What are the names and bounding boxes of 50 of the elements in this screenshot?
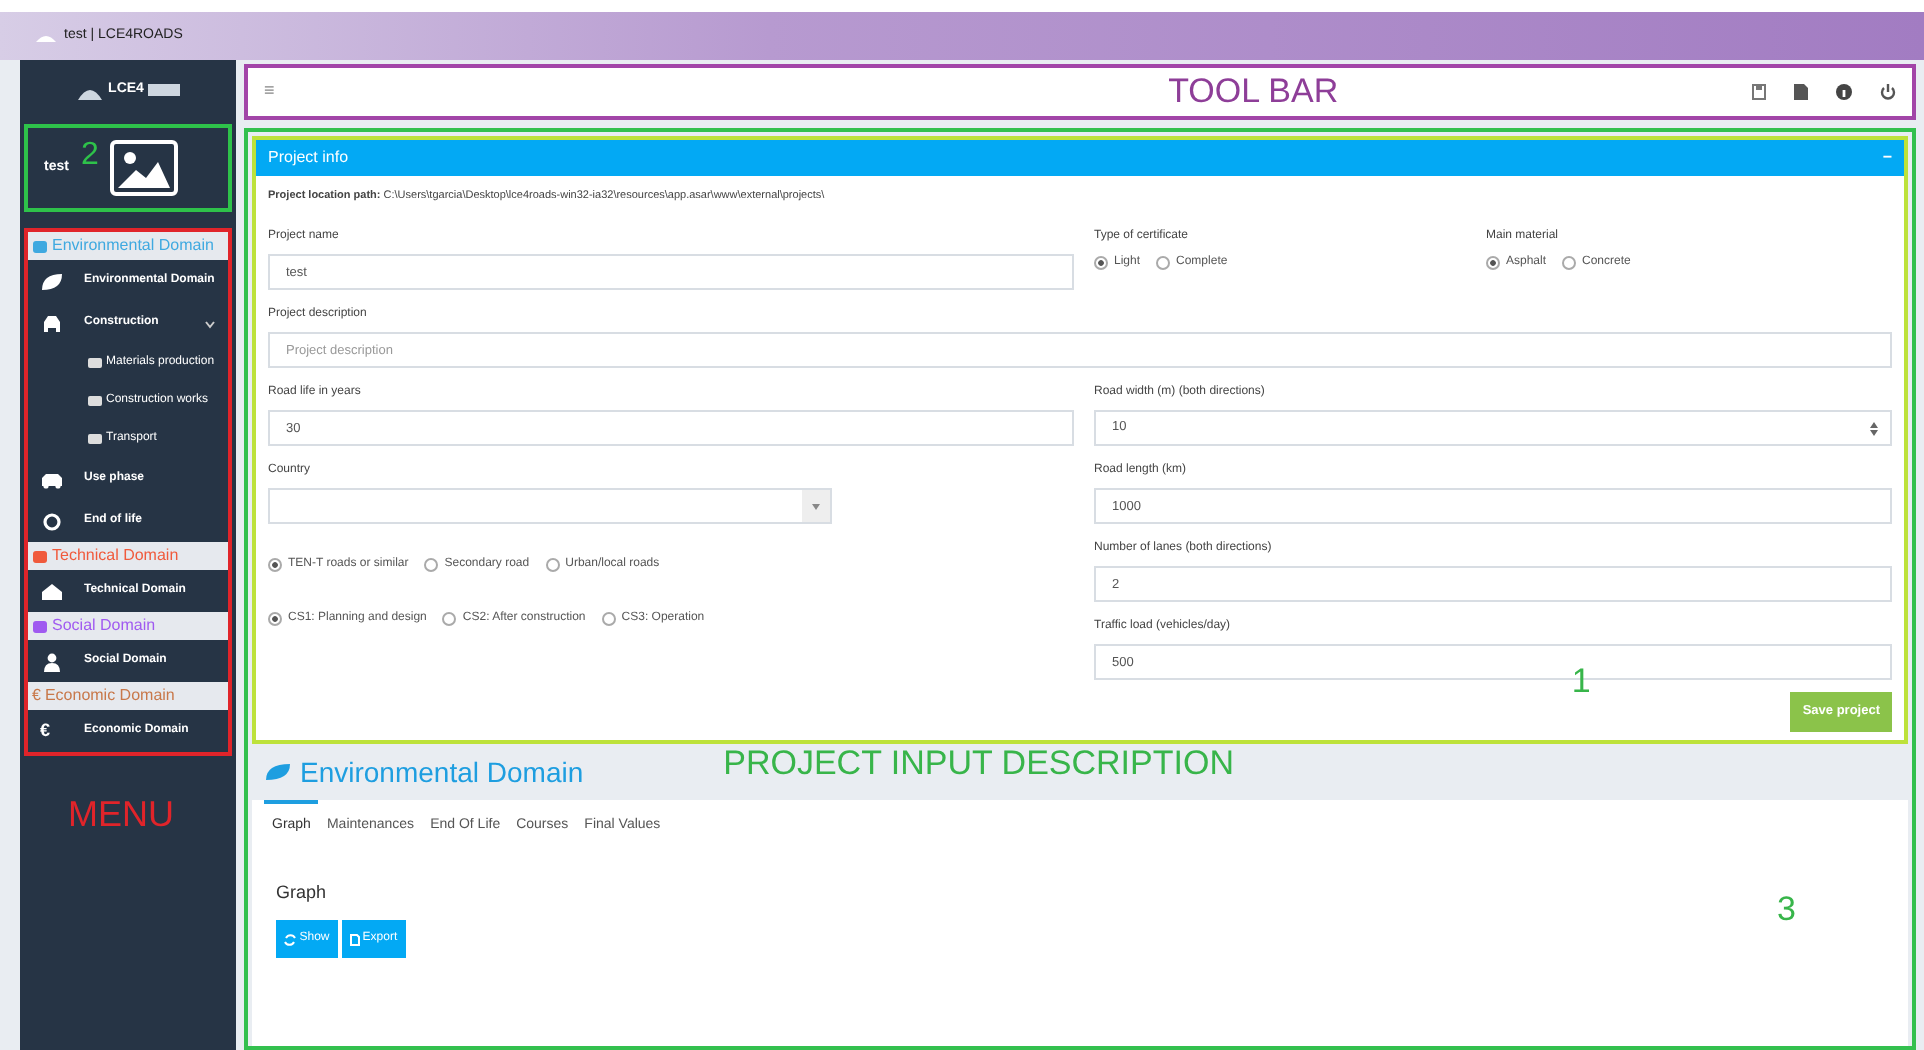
select-field[interactable] xyxy=(268,488,832,525)
spinner-icon[interactable] xyxy=(1870,421,1878,436)
annotation-label: 3 xyxy=(1777,887,1796,931)
item-icon xyxy=(88,434,102,444)
radio-button[interactable] xyxy=(1562,256,1577,271)
panel-title: Project info xyxy=(268,146,349,170)
domain-icon xyxy=(32,549,48,563)
user-icon xyxy=(40,651,64,671)
graph-heading: Graph xyxy=(276,879,329,906)
annotation-label: TOOL BAR xyxy=(1166,70,1339,115)
building-icon xyxy=(40,581,64,601)
radio-button[interactable] xyxy=(1486,256,1500,271)
save-icon[interactable] xyxy=(1751,84,1766,100)
radio-button[interactable] xyxy=(545,558,560,573)
circle-icon xyxy=(40,511,64,531)
item-icon xyxy=(88,358,102,368)
refresh-icon xyxy=(284,933,296,945)
logo-badge-icon xyxy=(147,84,180,96)
item-icon xyxy=(88,396,102,406)
menu-section-label: Technical Domain xyxy=(52,544,179,568)
euro-icon: € xyxy=(40,717,64,745)
menu-section-label: Social Domain xyxy=(52,614,156,638)
radio-button[interactable] xyxy=(601,611,616,626)
euro-icon: € xyxy=(32,684,41,708)
section-title: Environmental Domain xyxy=(300,753,584,791)
menu-section-label: Economic Domain xyxy=(44,684,175,708)
leaf-icon xyxy=(264,762,292,782)
annotation-label: 2 xyxy=(80,136,99,176)
document-icon xyxy=(349,933,360,945)
domain-icon xyxy=(32,619,48,633)
car-icon xyxy=(40,469,64,489)
power-icon[interactable] xyxy=(1879,84,1896,100)
annotation-label: MENU xyxy=(66,792,176,838)
annotation-label: PROJECT INPUT DESCRIPTION xyxy=(723,742,1234,787)
image-placeholder-icon xyxy=(110,140,179,196)
radio-button[interactable] xyxy=(268,611,282,626)
radio-button[interactable] xyxy=(1156,256,1171,271)
radio-button[interactable] xyxy=(442,611,457,626)
leaf-icon xyxy=(40,271,64,291)
radio-button[interactable] xyxy=(424,558,439,573)
menu-button[interactable]: ≡ xyxy=(264,78,275,106)
radio-button[interactable] xyxy=(268,558,282,573)
document-icon[interactable] xyxy=(1793,84,1808,100)
radio-button[interactable] xyxy=(1094,256,1108,271)
chevron-icon[interactable] xyxy=(204,317,216,329)
menu-section-label: Environmental Domain xyxy=(52,234,214,258)
app-icon xyxy=(36,30,56,42)
caret-icon[interactable] xyxy=(801,490,830,523)
domain-icon xyxy=(32,239,48,253)
info-icon[interactable] xyxy=(1835,84,1852,100)
